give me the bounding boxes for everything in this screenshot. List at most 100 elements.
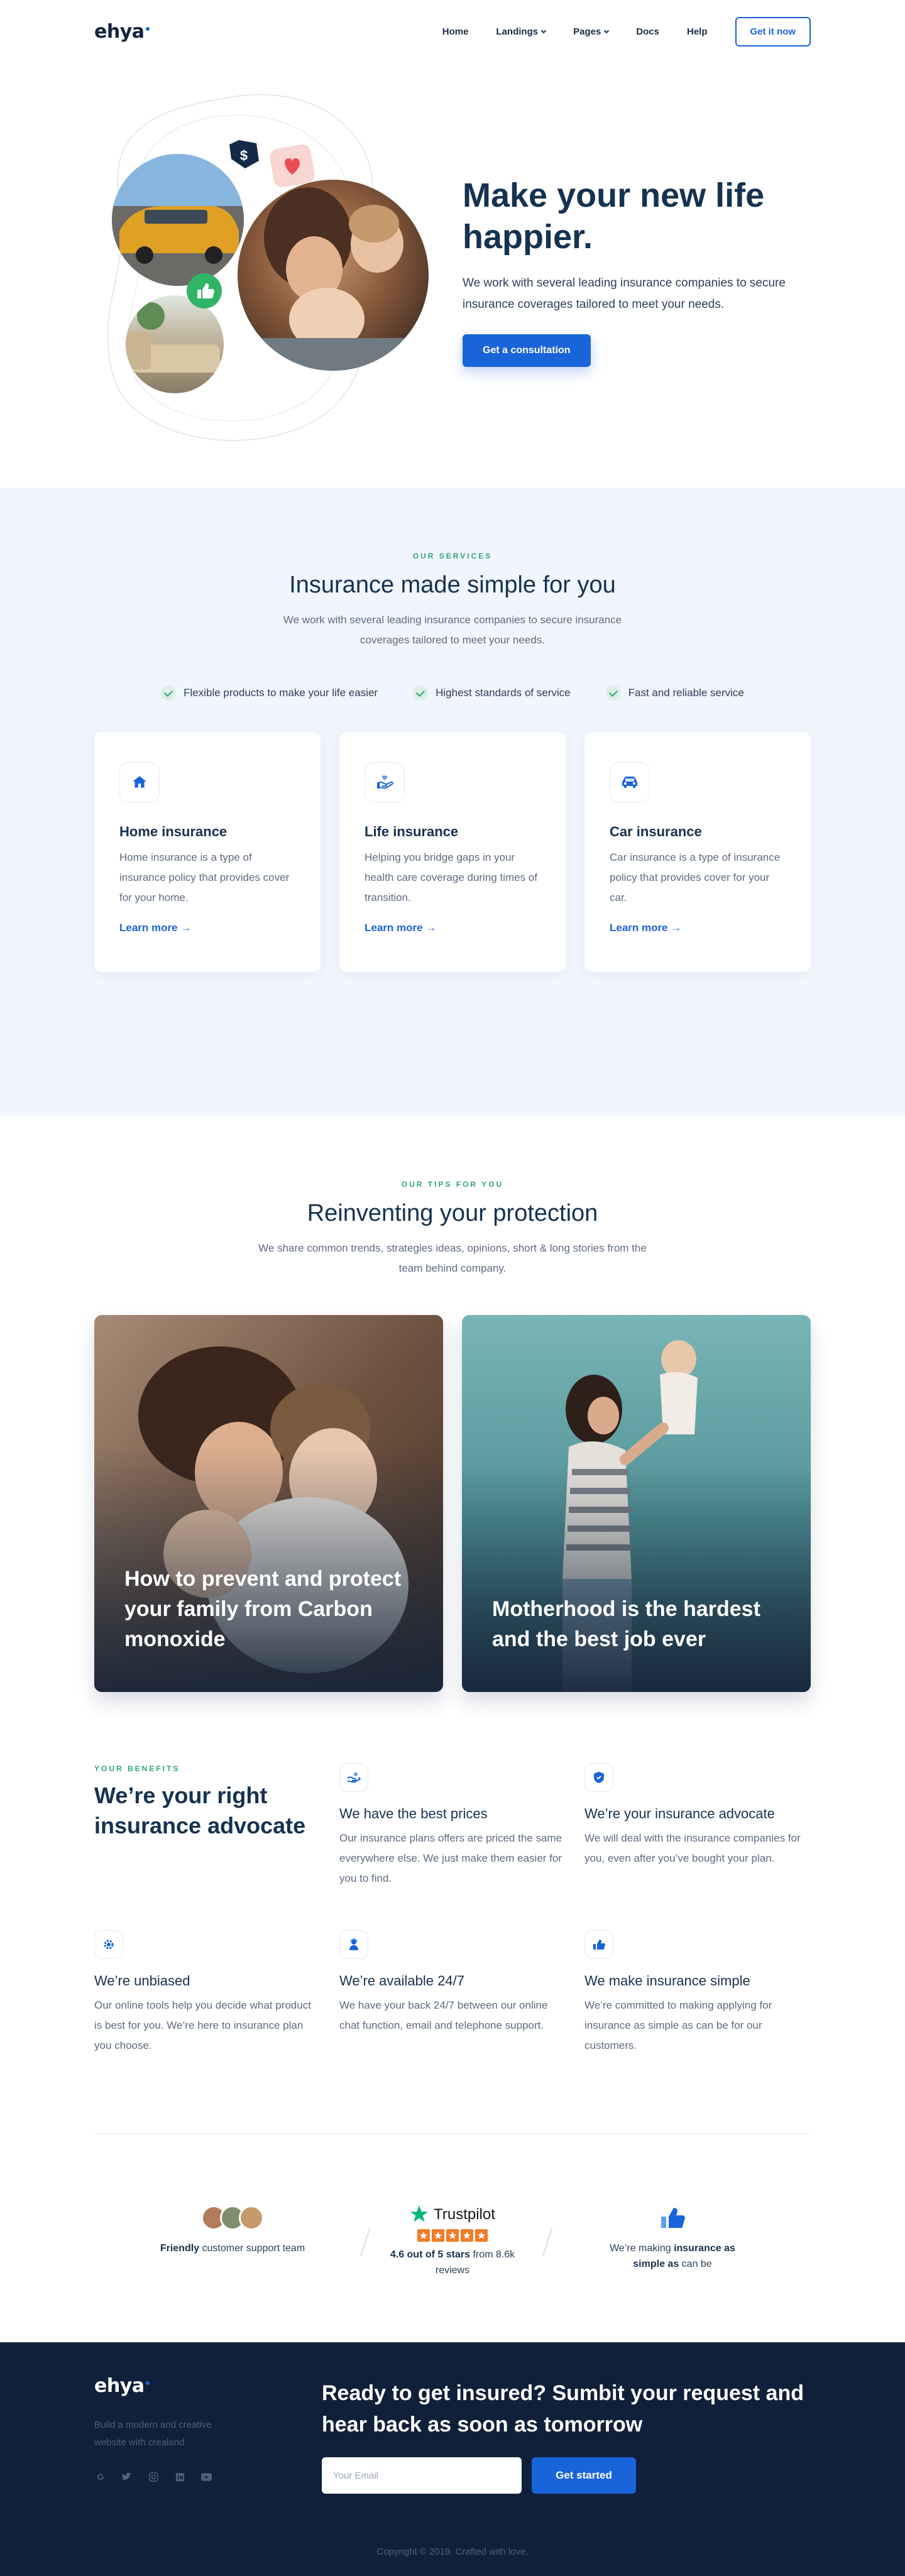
- avatar-group: [157, 2203, 308, 2233]
- support-agent-icon: [339, 1930, 368, 1959]
- thumbs-up-icon: [584, 1930, 613, 1959]
- post-card[interactable]: How to prevent and protect your family f…: [94, 1315, 443, 1692]
- twitter-icon[interactable]: [121, 2470, 133, 2483]
- get-consultation-button[interactable]: Get a consultation: [463, 334, 591, 367]
- family-photo: [238, 180, 429, 371]
- post-card[interactable]: Motherhood is the hardest and the best j…: [462, 1315, 811, 1692]
- check-icon: [413, 685, 429, 701]
- learn-more-link[interactable]: Learn more →: [119, 922, 191, 934]
- arrow-right-icon: →: [671, 922, 682, 934]
- benefit-title: We have the best prices: [339, 1806, 488, 1821]
- nav-link-landings[interactable]: Landings: [496, 26, 547, 37]
- star-icon: [475, 2229, 488, 2242]
- benefit-title: We make insurance simple: [584, 1973, 750, 1989]
- benefit-text: We will deal with the insurance companie…: [584, 1832, 801, 1864]
- benefit-item: We make insurance simple We’re committed…: [584, 1930, 808, 2056]
- benefits-heading: YOUR BENEFITS We’re your right insurance…: [94, 1764, 308, 1841]
- service-card-car: Car insurance Car insurance is a type of…: [584, 732, 811, 972]
- nav-link-home[interactable]: Home: [442, 26, 469, 37]
- post-cards: How to prevent and protect your family f…: [94, 1315, 811, 1692]
- benefit-text: We have your back 24/7 between our onlin…: [339, 1999, 548, 2031]
- trustpilot-logo: Trustpilot: [377, 2203, 528, 2225]
- tips-section: OUR TIPS FOR YOU Reinventing your protec…: [0, 1116, 905, 1709]
- nav-links: Home Landings Pages Docs Help Get it now: [442, 16, 811, 46]
- chevron-down-icon: [540, 28, 547, 33]
- svg-text:$: $: [240, 148, 248, 163]
- youtube-icon[interactable]: [200, 2470, 212, 2483]
- check-icon: [161, 685, 177, 701]
- card-text: Helping you bridge gaps in your health c…: [365, 851, 537, 903]
- logo[interactable]: ehya: [94, 21, 150, 43]
- benefit-title: We’re unbiased: [94, 1973, 190, 1989]
- gear-icon: [94, 1930, 123, 1959]
- hero-text: Make your new life happier. We work with…: [463, 175, 811, 367]
- services-subtitle: We work with several leading insurance c…: [283, 614, 622, 646]
- simple-proof: We’re making insurance as simple as can …: [597, 2203, 748, 2272]
- benefit-item: We have the best prices Our insurance pl…: [339, 1763, 563, 1889]
- benefit-title: We’re available 24/7: [339, 1973, 464, 1989]
- feature-item: Flexible products to make your life easi…: [161, 685, 378, 701]
- dollar-badge: $: [229, 140, 259, 168]
- instagram-icon[interactable]: [147, 2470, 160, 2483]
- chevron-down-icon: [604, 28, 610, 33]
- logo-dot: [145, 2381, 150, 2385]
- feature-list: Flexible products to make your life easi…: [94, 685, 811, 701]
- card-text: Car insurance is a type of insurance pol…: [610, 851, 781, 903]
- tips-subtitle: We share common trends, strategies ideas…: [258, 1242, 647, 1274]
- benefit-text: Our online tools help you decide what pr…: [94, 1999, 311, 2051]
- check-icon: [605, 685, 621, 701]
- support-proof: Friendly customer support team: [157, 2203, 308, 2256]
- divider-slash: [542, 2228, 553, 2257]
- benefit-item: We’re your insurance advocate We will de…: [584, 1763, 808, 1869]
- post-title: Motherhood is the hardest and the best j…: [492, 1597, 760, 1651]
- card-title: Life insurance: [365, 824, 459, 839]
- trustpilot-proof: Trustpilot 4.6 out of 5 stars from 8.6k …: [377, 2203, 528, 2278]
- benefit-item: We’re unbiased Our online tools help you…: [94, 1930, 318, 2056]
- benefits-eyebrow: YOUR BENEFITS: [94, 1764, 180, 1773]
- benefits-title: We’re your right insurance advocate: [94, 1782, 306, 1838]
- star-icon: [446, 2229, 459, 2242]
- star-icon: [417, 2229, 430, 2242]
- benefit-item: We’re available 24/7 We have your back 2…: [339, 1930, 563, 2036]
- learn-more-link[interactable]: Learn more →: [365, 922, 436, 934]
- post-title: How to prevent and protect your family f…: [124, 1567, 402, 1651]
- benefits-section: YOUR BENEFITS We’re your right insurance…: [94, 1709, 811, 2134]
- avatar: [239, 2205, 264, 2230]
- top-navbar: ehya Home Landings Pages Docs Help Get i…: [94, 0, 811, 63]
- google-icon[interactable]: G: [94, 2470, 107, 2483]
- thumbs-up-icon: [597, 2203, 748, 2233]
- tips-title: Reinventing your protection: [307, 1200, 598, 1226]
- footer-logo[interactable]: ehya: [94, 2375, 150, 2397]
- footer: ehya Build a modern and creative website…: [0, 2342, 905, 2576]
- card-title: Car insurance: [610, 824, 702, 839]
- car-icon: [610, 762, 650, 802]
- footer-description: Build a modern and creative website with…: [94, 2420, 212, 2448]
- hand-heart-icon: [365, 762, 405, 802]
- email-input[interactable]: [322, 2457, 522, 2494]
- sofa-photo: [126, 295, 224, 393]
- get-started-button[interactable]: Get started: [532, 2457, 636, 2494]
- benefit-title: We’re your insurance advocate: [584, 1806, 775, 1821]
- nav-link-docs[interactable]: Docs: [636, 26, 659, 37]
- heart-badge: [270, 144, 315, 188]
- benefit-text: Our insurance plans offers are priced th…: [339, 1832, 562, 1884]
- services-section: OUR SERVICES Insurance made simple for y…: [0, 488, 905, 1116]
- car-photo: [112, 154, 244, 286]
- divider-slash: [359, 2228, 371, 2257]
- card-title: Home insurance: [119, 824, 228, 839]
- star-icon: [461, 2229, 473, 2242]
- service-card-home: Home insurance Home insurance is a type …: [94, 732, 321, 972]
- social-links: G: [94, 2470, 212, 2483]
- hand-coin-icon: [339, 1763, 368, 1792]
- nav-link-help[interactable]: Help: [687, 26, 708, 37]
- arrow-right-icon: →: [180, 922, 192, 934]
- hero-subtitle: We work with several leading insurance c…: [463, 276, 786, 311]
- get-it-now-button[interactable]: Get it now: [735, 16, 811, 46]
- services-title: Insurance made simple for you: [289, 572, 616, 598]
- learn-more-link[interactable]: Learn more →: [610, 922, 681, 934]
- logo-dot: [145, 26, 150, 31]
- nav-link-pages[interactable]: Pages: [573, 26, 610, 37]
- footer-cta-title: Ready to get insured? Sumbit your reques…: [322, 2381, 804, 2437]
- hero-section: $ Make your new life happier. We work wi…: [94, 63, 811, 488]
- linkedin-icon[interactable]: [173, 2470, 186, 2483]
